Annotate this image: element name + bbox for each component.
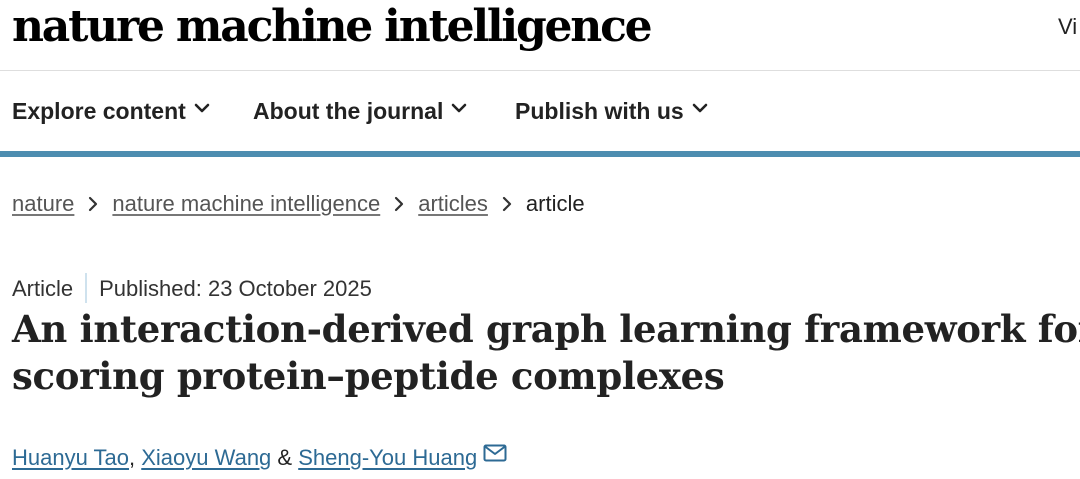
nav-item-label: About the journal: [253, 98, 444, 124]
top-right-link[interactable]: Vi: [1058, 14, 1077, 40]
meta-divider: [85, 273, 88, 303]
breadcrumb-current: article: [525, 191, 585, 216]
breadcrumb: nature nature machine intelligence article…: [12, 190, 585, 218]
chevron-right-icon: [502, 196, 512, 212]
envelope-icon[interactable]: [483, 444, 507, 462]
published-date: Published: 23 October 2025: [99, 276, 372, 301]
article-title-line-1: An interaction-derived graph learning fr…: [12, 307, 1080, 351]
chevron-right-icon: [395, 196, 404, 212]
chevron-down-icon: [692, 103, 707, 113]
breadcrumb-journal[interactable]: nature machine intelligence: [112, 191, 380, 216]
chevron-down-icon: [194, 103, 210, 113]
nav-item-label: Explore content: [12, 98, 186, 124]
chevron-down-icon: [452, 103, 467, 113]
nav-accent-rule: [0, 151, 1080, 157]
nav-item-label: Publish with us: [515, 98, 684, 124]
article-title-line-2: scoring protein–peptide complexes: [12, 354, 725, 398]
main-nav: Explore content About the journal Publis…: [0, 71, 1080, 151]
breadcrumb-nature[interactable]: nature: [12, 191, 74, 216]
article-meta: Article Published: 23 October 2025: [12, 273, 372, 303]
article-title: An interaction-derived graph learning fr…: [12, 306, 1080, 400]
breadcrumb-articles[interactable]: articles: [418, 191, 488, 216]
chevron-right-icon: [89, 196, 98, 212]
author-separator: ,: [129, 445, 142, 470]
site-header: nature machine intelligence Vi: [0, 0, 1080, 71]
nav-explore-content[interactable]: Explore content: [12, 97, 210, 125]
author-link[interactable]: Sheng-You Huang: [298, 445, 477, 470]
nav-publish-with-us[interactable]: Publish with us: [515, 97, 708, 125]
author-conjunction: &: [271, 445, 299, 470]
journal-logo[interactable]: nature machine intelligence: [12, 0, 653, 57]
article-type: Article: [12, 276, 74, 301]
author-list: Huanyu Tao, Xiaoyu Wang & Sheng-You Huan…: [12, 444, 507, 472]
nav-about-journal[interactable]: About the journal: [253, 97, 467, 125]
author-link[interactable]: Huanyu Tao: [12, 445, 129, 470]
author-link[interactable]: Xiaoyu Wang: [141, 445, 271, 470]
